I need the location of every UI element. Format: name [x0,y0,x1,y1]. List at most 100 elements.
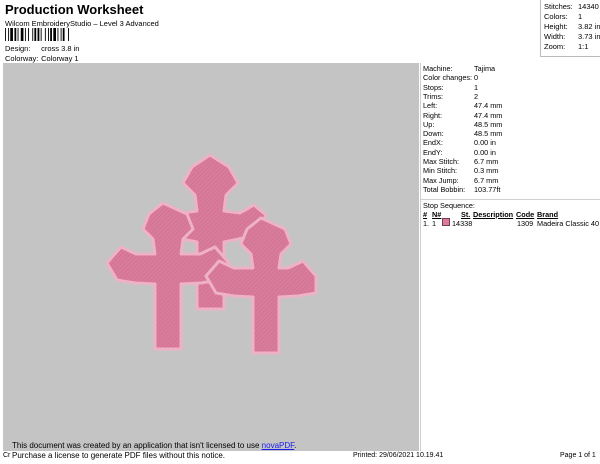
barcode-bar [40,28,42,41]
barcode-bar [53,28,56,41]
stat-value: 1 [474,82,479,92]
colors-value: 1 [578,12,583,21]
stat-value: 0.3 mm [474,166,499,176]
stat-value: 0 [474,73,479,83]
barcode-bar [34,28,37,41]
colorway-value: Colorway 1 [41,54,79,63]
stat-label: Max Jump: [423,175,459,185]
col-stitches: St. [461,210,471,219]
colors-label: Colors: [544,12,568,21]
page-number: Page 1 of 1 [560,452,596,459]
stat-value: 47.4 mm [474,110,503,120]
stat-value: 103.77ft [474,184,501,194]
stats-panel: Machine: Tajima Color changes: 0 Stops: 1 Trim… [420,63,600,451]
stat-row: EndX: 0.00 in [423,138,496,148]
stat-value: 6.7 mm [474,157,499,166]
barcode-bar [28,28,29,41]
footer-left: Cr [3,452,11,459]
stat-label: Right: [423,110,443,120]
barcode-bar [20,28,24,41]
zoom-value: 1:1 [578,42,589,51]
stat-value: 0.00 in [474,147,496,157]
summary-box: Stitches: 14340 Colors: 1 Height: 3.82 in W… [540,0,600,57]
barcode-bar [32,28,34,41]
barcode-bar [24,28,26,41]
colors-row: Colors: 1 [544,12,582,21]
stat-label: Trims: [423,91,443,101]
stat-value: 48.5 mm [474,129,503,139]
stat-row: Down: 48.5 mm [423,129,502,138]
width-value: 3.73 in [578,32,600,41]
notice-line2: Purchase a license to generate PDF files… [12,451,225,460]
col-description: Description [473,210,514,219]
design-label: Design: [5,44,31,53]
stat-value: Tajima [474,64,496,73]
barcode-bar [50,28,52,41]
stitches-value: 14340 [578,2,599,11]
barcode [5,28,69,41]
barcode-bar [44,28,46,41]
stat-row: EndY: 0.00 in [423,147,496,157]
row-code: 1309 [517,219,534,228]
barcode-bar [5,28,6,41]
stat-row: Left: 47.4 mm [423,101,502,111]
col-num: # [423,210,428,219]
stat-label: EndX: [423,138,443,148]
stat-label: Total Bobbin: [423,184,466,194]
barcode-bar [62,28,65,41]
barcode-bar [60,28,62,41]
page-title: Production Worksheet [5,2,144,17]
stat-row: Total Bobbin: 103.77ft [423,184,500,194]
stat-row: Machine: Tajima [423,64,495,73]
row-needle: 1 [432,219,437,228]
stat-value: 47.4 mm [474,101,503,111]
barcode-bar [37,28,40,41]
stat-label: Color changes: [423,73,473,83]
stat-row: Color changes: 0 [423,73,478,83]
stat-value: 6.7 mm [474,175,499,185]
notice-period: . [294,441,297,450]
row-stitches: 14338 [452,219,473,228]
barcode-bar [68,28,69,41]
stat-row: Max Jump: 6.7 mm [423,175,498,185]
width-row: Width: 3.73 in [544,32,600,41]
stitches-label: Stitches: [544,2,573,11]
stat-label: Min Stitch: [423,166,458,176]
stat-label: Up: [423,119,435,129]
novapdf-link[interactable]: novaPDF [262,441,294,450]
software-name: Wilcom EmbroideryStudio – Level 3 Advanc… [5,19,159,28]
stat-label: EndY: [423,147,443,157]
stat-label: Max Stitch: [423,157,460,166]
design-value: cross 3.8 in [41,44,80,53]
zoom-label: Zoom: [544,42,566,51]
stat-row: Up: 48.5 mm [423,119,502,129]
stat-label: Machine: [423,64,453,73]
stat-value: 0.00 in [474,138,496,148]
stat-row: Max Stitch: 6.7 mm [423,157,498,166]
stat-row: Stops: 1 [423,82,478,92]
stop-sequence-title: Stop Sequence: [423,201,475,210]
col-code: Code [516,210,535,219]
stat-value: 2 [474,91,479,101]
height-row: Height: 3.82 in [544,22,600,31]
stat-row: Trims: 2 [423,91,478,101]
stat-label: Stops: [423,82,444,92]
stat-label: Left: [423,101,438,111]
stitches-row: Stitches: 14340 [544,2,599,11]
stat-row: Right: 47.4 mm [423,110,502,120]
colorway-label: Colorway: [5,54,39,63]
thread-color-swatch [442,218,450,226]
barcode-bar [10,28,13,41]
height-value: 3.82 in [578,22,600,31]
colorway-row: Colorway: Colorway 1 [5,54,79,63]
width-label: Width: [544,32,566,41]
row-brand: Madeira Classic 40 [537,219,600,228]
printed-date: Printed: 29/06/2021 10.19.41 [353,452,444,459]
height-label: Height: [544,22,568,31]
barcode-bar [14,28,17,41]
barcode-bar [8,28,10,41]
barcode-bar [48,28,49,41]
col-needle: N# [432,210,442,219]
embroidery-design [105,153,318,355]
barcode-bar [57,28,59,41]
